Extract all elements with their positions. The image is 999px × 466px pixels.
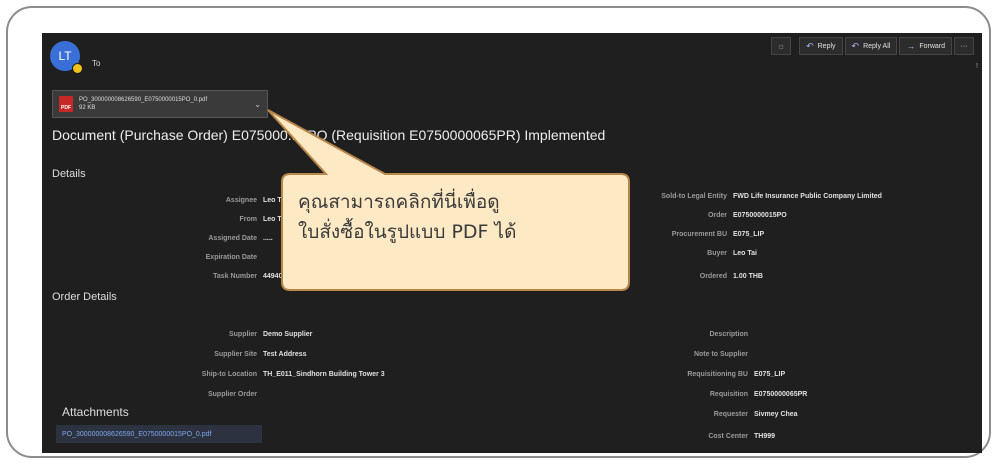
callout-text: คุณสามารถคลิกที่นี่เพื่อดู ใบสั่งซื้อในร… (298, 187, 618, 247)
callout-line-1: คุณสามารถคลิกที่นี่เพื่อดู (298, 191, 500, 213)
callout-line-2: ใบสั่งซื้อในรูปแบบ PDF ได้ (298, 221, 517, 243)
